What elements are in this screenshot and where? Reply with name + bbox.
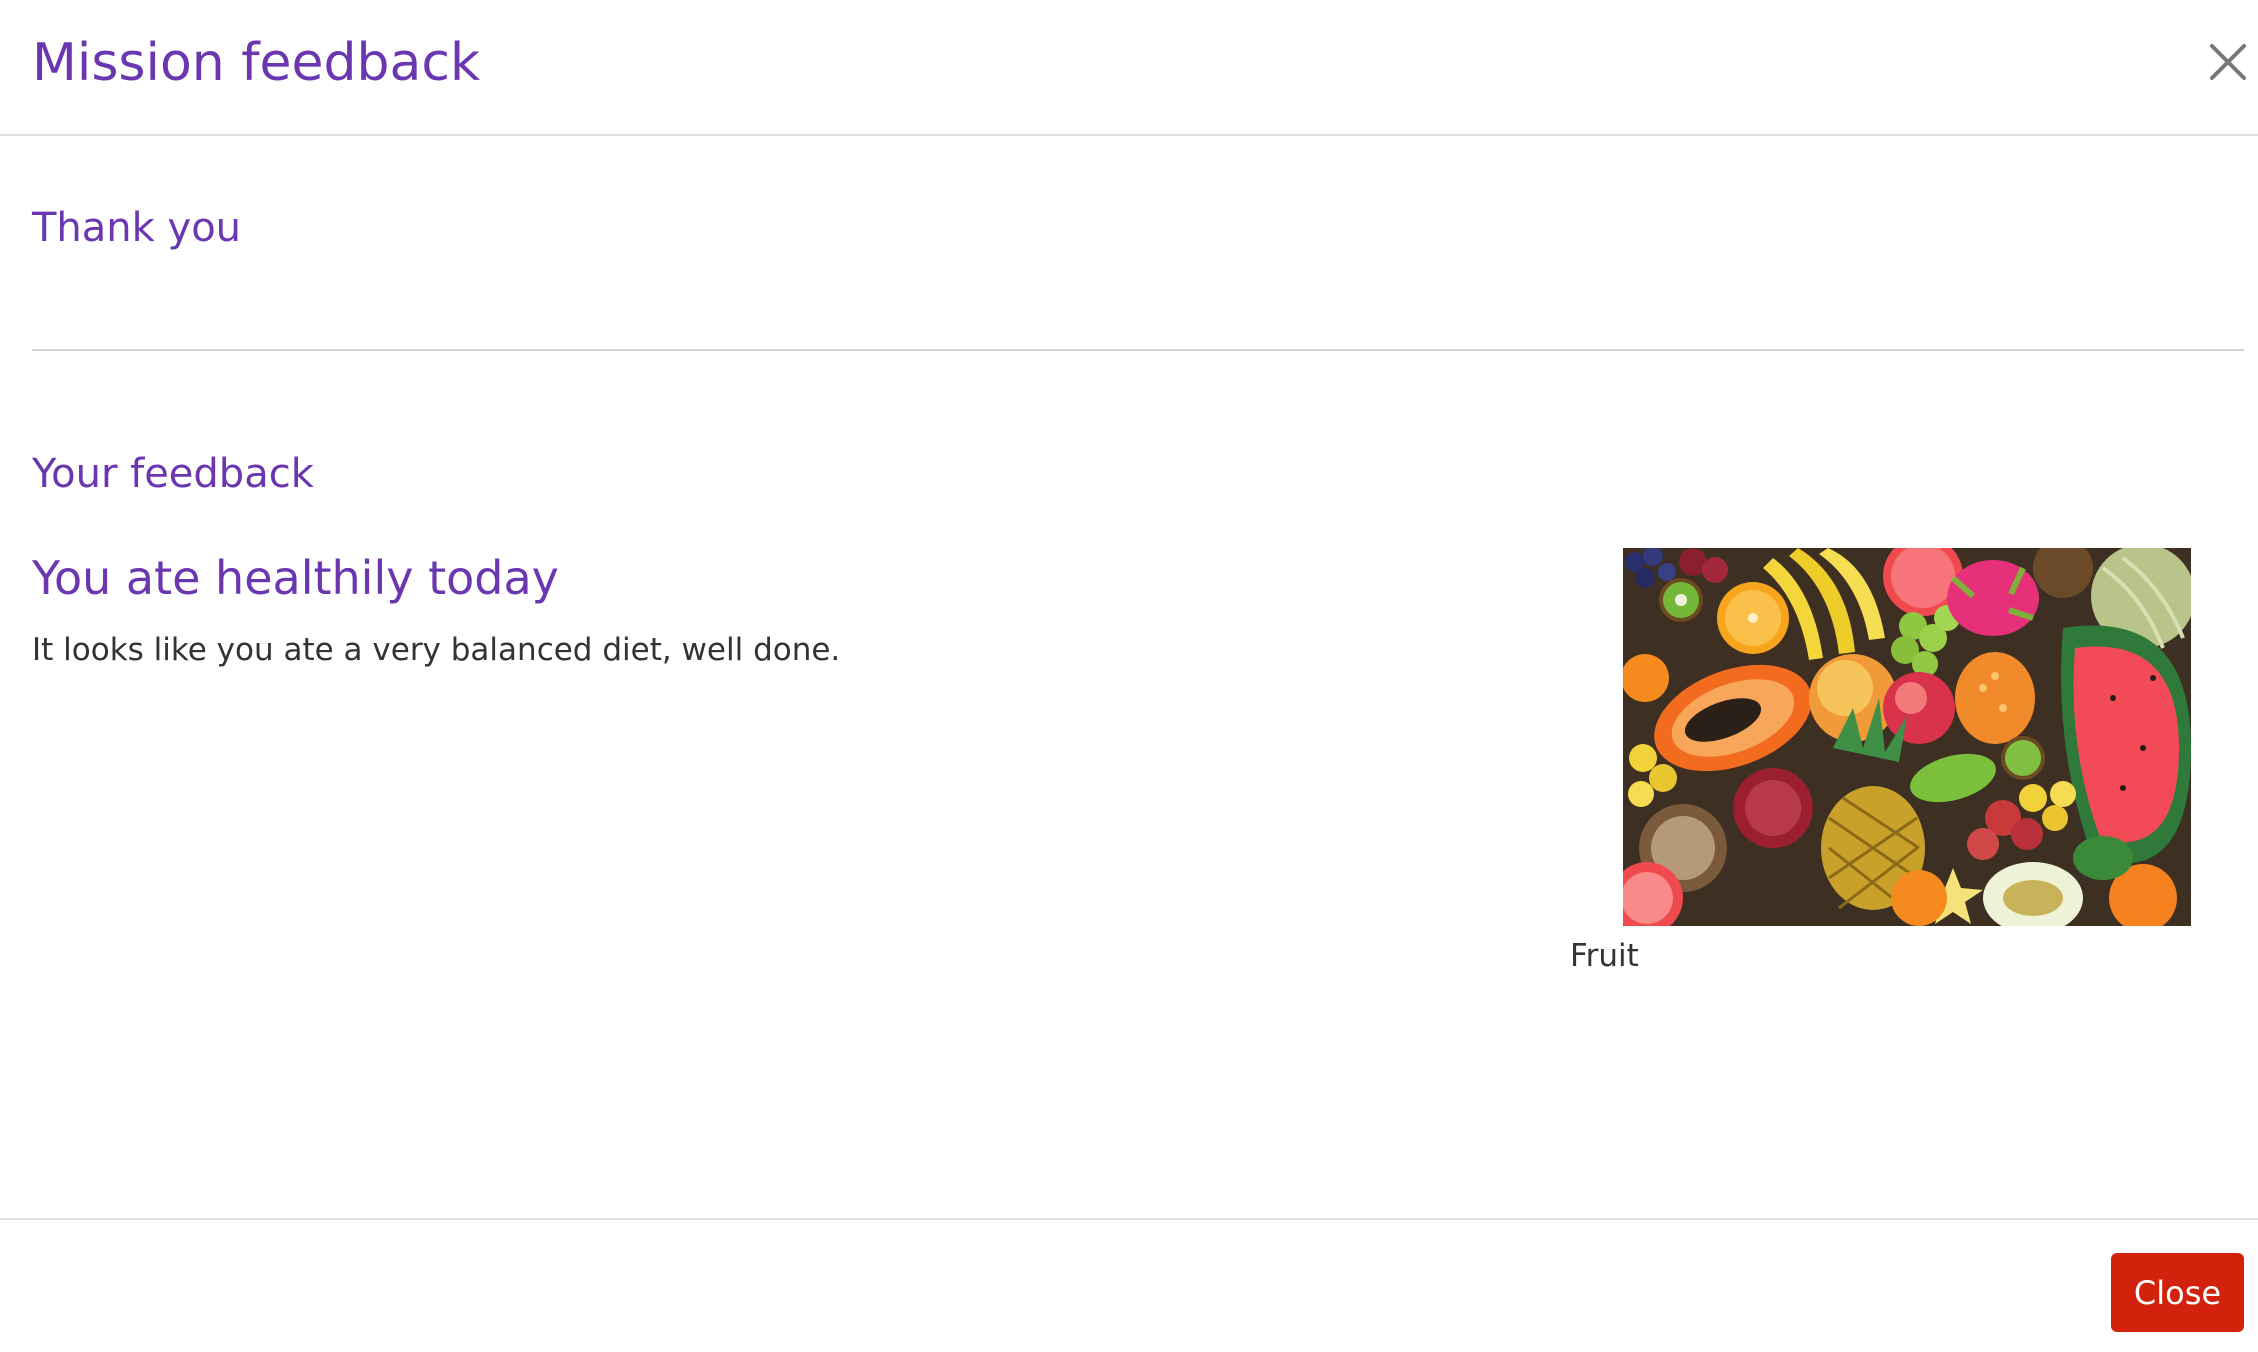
modal-footer bbox=[0, 1218, 2258, 1352]
fruit-image bbox=[1623, 548, 2191, 926]
feedback-text: It looks like you ate a very balanced di… bbox=[32, 632, 841, 668]
modal-title: Mission feedback bbox=[32, 33, 481, 93]
fruit-image-caption: Fruit bbox=[1570, 938, 1639, 974]
close-icon-glyph bbox=[2210, 44, 2246, 80]
modal-header: Mission feedback bbox=[0, 0, 2258, 136]
fruit-illustration bbox=[1623, 548, 2191, 926]
close-button[interactable]: Close bbox=[2111, 1253, 2244, 1332]
close-icon[interactable] bbox=[2206, 40, 2250, 84]
your-feedback-heading: Your feedback bbox=[32, 451, 314, 497]
feedback-title: You ate healthily today bbox=[32, 551, 559, 605]
section-divider bbox=[32, 349, 2244, 351]
thank-you-heading: Thank you bbox=[32, 205, 242, 251]
